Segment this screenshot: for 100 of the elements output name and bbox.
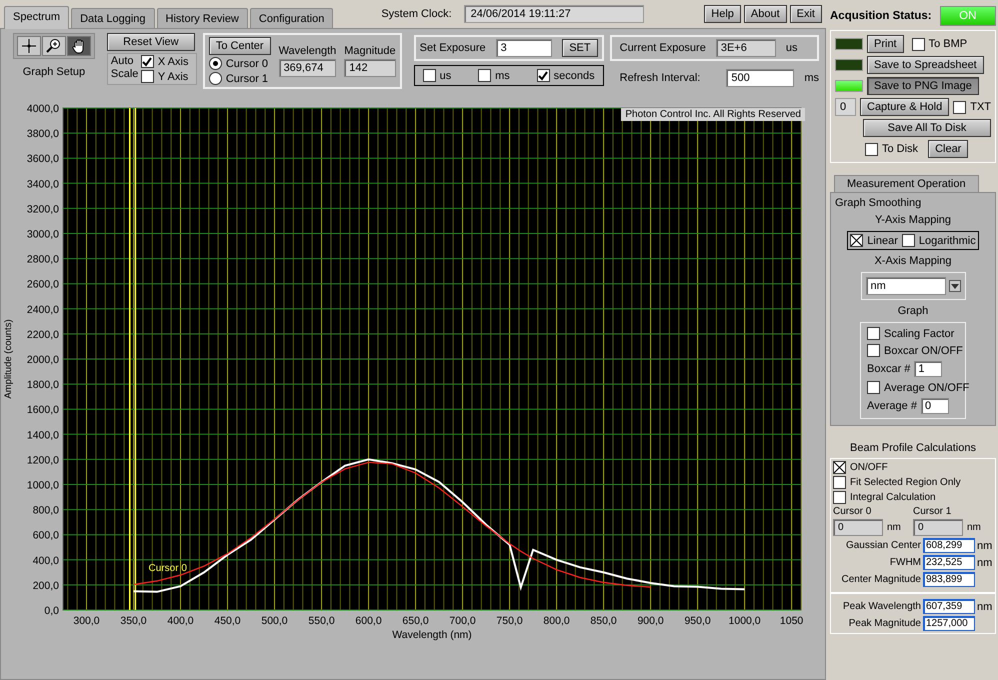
- magnitude-field: 142: [344, 59, 396, 77]
- capture-button[interactable]: Capture & Hold: [860, 98, 950, 116]
- menu-button[interactable]: About: [744, 5, 787, 23]
- y-tick-label: 200,0: [32, 580, 59, 592]
- checkbox[interactable]: [478, 69, 492, 82]
- checkbox-label: To Disk: [882, 143, 918, 155]
- x-tick-label: 550,0: [308, 615, 335, 627]
- set-button[interactable]: SET: [562, 39, 598, 57]
- tab[interactable]: Measurement Operation: [834, 175, 979, 192]
- x-tick-label: 750,0: [496, 615, 523, 627]
- x-tick-label: 1050: [780, 615, 804, 627]
- y-tick-label: 1600,0: [26, 404, 59, 416]
- checkbox-label: Scaling Factor: [884, 328, 954, 340]
- average-label: Average #: [867, 400, 917, 412]
- checkbox[interactable]: [833, 476, 846, 489]
- exposure-field[interactable]: 3: [496, 39, 552, 57]
- dropdown-button[interactable]: [948, 280, 960, 292]
- tab[interactable]: Data Logging: [71, 8, 155, 28]
- y-tick-label: 3800,0: [26, 128, 59, 140]
- checkbox[interactable]: [536, 69, 550, 82]
- checkbox[interactable]: [850, 234, 864, 247]
- reset-view-button[interactable]: Reset View: [106, 33, 195, 51]
- cursor-label: Cursor 1: [913, 506, 952, 517]
- x-tick-label: 450,0: [214, 615, 241, 627]
- cursor-label: Cursor 0: [148, 563, 187, 574]
- checkbox-label: ON/OFF: [850, 462, 888, 473]
- menu-button[interactable]: Help: [704, 5, 741, 23]
- checkbox[interactable]: [140, 70, 154, 83]
- checkbox-label: Fit Selected Region Only: [850, 477, 961, 488]
- cursor-field: 0: [913, 519, 963, 536]
- y-tick-label: 3200,0: [26, 203, 59, 216]
- tool-button[interactable]: [66, 36, 91, 56]
- clock-label: System Clock:: [381, 8, 452, 20]
- checkbox[interactable]: [833, 491, 846, 504]
- menu-button[interactable]: Exit: [790, 5, 822, 23]
- refresh-label: Refresh Interval:: [620, 72, 700, 84]
- wavelength-label: Wavelength: [278, 45, 336, 57]
- checkbox-label: us: [440, 70, 452, 82]
- x-tick-label: 500,0: [261, 615, 288, 627]
- group-label: Graph: [898, 305, 928, 317]
- x-mapping-dropdown[interactable]: nm: [866, 277, 946, 295]
- radio-button[interactable]: [208, 72, 222, 85]
- checkbox[interactable]: [140, 55, 154, 68]
- tab[interactable]: History Review: [156, 8, 248, 28]
- auto-scale-label: Auto Scale: [110, 55, 137, 82]
- tab[interactable]: Spectrum: [4, 6, 70, 29]
- section-title: Graph Smoothing: [835, 197, 922, 209]
- unit-label: nm: [967, 522, 981, 533]
- checkbox-label: Linear: [867, 234, 898, 246]
- status-label: Acqusition Status:: [830, 10, 932, 22]
- checkbox[interactable]: [953, 100, 966, 114]
- boxcar-field[interactable]: 1: [914, 361, 942, 377]
- y-tick-label: 1000,0: [26, 480, 59, 492]
- checkbox[interactable]: [902, 234, 915, 247]
- checkbox-label: To BMP: [928, 38, 968, 50]
- y-tick-label: 3000,0: [26, 228, 59, 240]
- refresh-field[interactable]: 500: [726, 69, 794, 87]
- y-tick-label: 2200,0: [26, 328, 59, 341]
- unit-label: nm: [977, 540, 992, 552]
- cursor-line[interactable]: [134, 108, 136, 610]
- radio-button[interactable]: [208, 57, 222, 70]
- checkbox[interactable]: [833, 461, 846, 474]
- checkbox-label: Y Axis: [158, 70, 188, 82]
- y-tick-label: 1200,0: [26, 454, 59, 466]
- tool-button[interactable]: [42, 36, 66, 56]
- average-field[interactable]: 0: [920, 398, 949, 414]
- to-center-button[interactable]: To Center: [208, 37, 271, 55]
- checkbox-label: Boxcar ON/OFF: [884, 344, 963, 356]
- export-button[interactable]: Print: [867, 35, 904, 53]
- x-axis-title: Wavelength (nm): [392, 629, 472, 641]
- clock-field: 24/06/2014 19:11:27: [464, 5, 644, 23]
- checkbox[interactable]: [422, 69, 436, 82]
- checkbox-label: TXT: [970, 101, 991, 113]
- radio-label: Cursor 1: [226, 72, 268, 84]
- tool-button[interactable]: [16, 36, 41, 56]
- checkbox[interactable]: [865, 142, 878, 156]
- wavelength-field: 369,674: [278, 59, 336, 77]
- clear-button[interactable]: Clear: [928, 140, 968, 158]
- checkbox[interactable]: [867, 327, 880, 340]
- checkbox[interactable]: [912, 38, 925, 50]
- cursor-label: Cursor 0: [833, 506, 872, 517]
- y-tick-label: 400,0: [32, 554, 59, 567]
- save-all-button[interactable]: Save All To Disk: [863, 119, 991, 137]
- export-button[interactable]: Save to PNG Image: [867, 77, 979, 95]
- result-field: 1257,000: [923, 616, 975, 631]
- checkbox-label: ms: [495, 70, 510, 82]
- x-tick-label: 400,0: [167, 615, 194, 627]
- checkbox[interactable]: [867, 381, 880, 394]
- x-tick-label: 300,0: [73, 615, 100, 627]
- y-tick-label: 3400,0: [26, 178, 59, 190]
- x-tick-label: 350,0: [120, 615, 147, 627]
- y-tick-label: 600,0: [32, 530, 59, 542]
- result-label: Peak Wavelength: [842, 601, 921, 612]
- result-field: 232,525: [923, 555, 975, 570]
- y-tick-label: 4000,0: [26, 103, 59, 115]
- checkbox[interactable]: [867, 344, 880, 357]
- tab[interactable]: Configuration: [250, 8, 334, 28]
- x-tick-label: 700,0: [449, 615, 476, 627]
- checkbox-label: Integral Calculation: [850, 492, 936, 503]
- export-button[interactable]: Save to Spreadsheet: [867, 56, 984, 74]
